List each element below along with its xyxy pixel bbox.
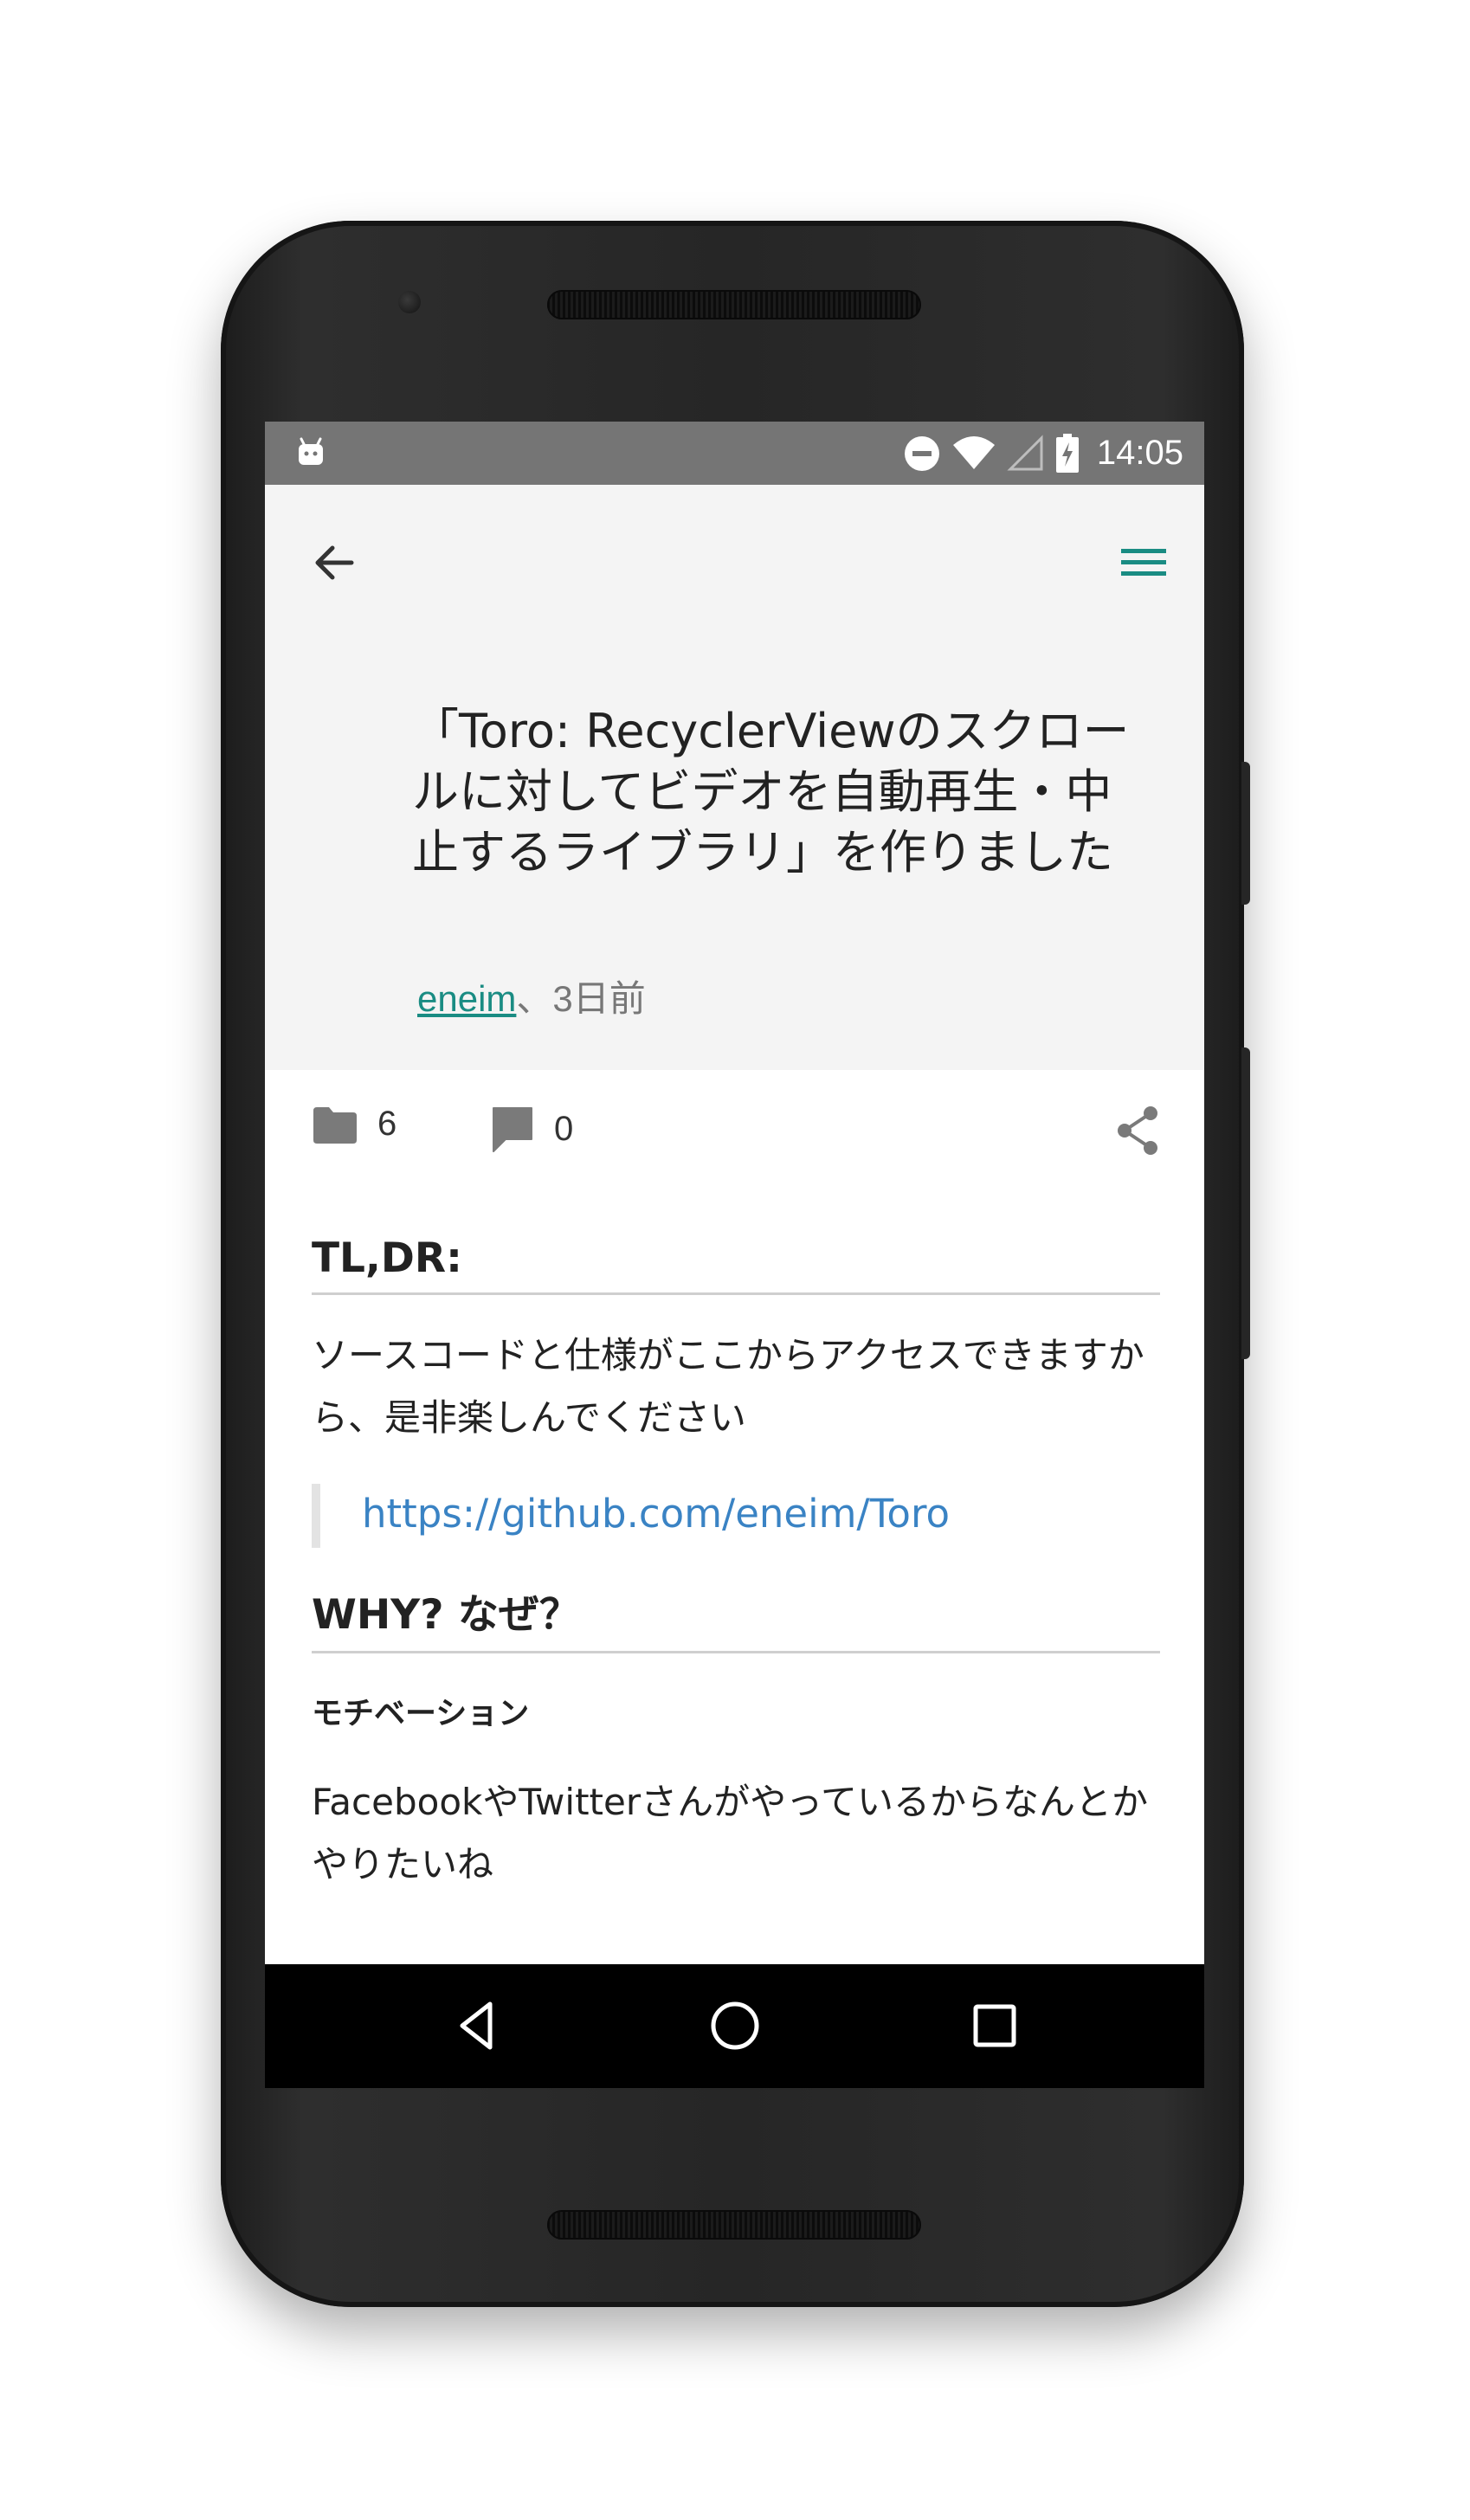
nav-home-icon[interactable] <box>705 1995 765 2056</box>
status-bar: 14:05 <box>265 422 1204 485</box>
nav-recents-icon[interactable] <box>964 1995 1025 2056</box>
top-speaker <box>547 290 921 319</box>
volume-button <box>1241 762 1250 905</box>
github-link[interactable]: https://github.com/eneim/Toro <box>362 1491 950 1537</box>
comment-count: 0 <box>554 1109 574 1148</box>
cell-signal-icon <box>1007 434 1043 470</box>
heading-why: WHY? なぜ？ <box>312 1581 1160 1653</box>
paragraph-intro: ソースコードと仕様がここからアクセスできますから、是非楽しんでください <box>312 1334 1144 1439</box>
front-camera <box>398 291 421 313</box>
hamburger-menu-icon[interactable] <box>1118 537 1170 589</box>
article-meta: eneim、3日前 <box>417 970 646 1022</box>
link-blockquote: https://github.com/eneim/Toro <box>312 1484 1160 1548</box>
battery-charging-icon <box>1055 433 1079 473</box>
comment-count-button[interactable]: 0 <box>490 1105 573 1153</box>
android-debug-icon <box>299 437 323 465</box>
heading-tldr: TL,DR: <box>312 1234 1160 1295</box>
article-title: 「Toro: RecyclerViewのスクロールに対してビデオを自動再生・中止… <box>412 704 1130 880</box>
article-time: 3日前 <box>552 978 646 1019</box>
folder-count: 6 <box>377 1105 397 1143</box>
share-icon[interactable] <box>1114 1105 1161 1157</box>
wifi-icon <box>952 435 995 469</box>
status-icons: 14:05 <box>903 422 1183 485</box>
status-time: 14:05 <box>1096 434 1183 472</box>
article-body: TL,DR: ソースコードと仕様がここからアクセスできますから、是非楽しんでくだ… <box>312 1234 1160 1896</box>
screen: 14:05 「Toro: RecyclerViewのスクロールに対してビデオを自… <box>265 422 1204 2088</box>
subheading-motivation: モチベーション <box>312 1696 530 1731</box>
nav-back-icon[interactable] <box>447 1995 507 2056</box>
do-not-disturb-icon <box>904 435 939 471</box>
article-header: 「Toro: RecyclerViewのスクロールに対してビデオを自動再生・中止… <box>265 485 1204 1070</box>
power-button <box>1241 1047 1250 1359</box>
article-actions: 6 0 <box>265 1070 1204 1200</box>
folder-icon <box>313 1106 357 1144</box>
comment-icon <box>493 1107 532 1152</box>
meta-separator: 、 <box>516 978 553 1019</box>
author-link[interactable]: eneim <box>417 978 516 1019</box>
folder-count-button[interactable]: 6 <box>312 1105 397 1144</box>
arrow-back-icon[interactable] <box>308 537 360 589</box>
paragraph-motivation: FacebookやTwitterさんがやっているからなんとかやりたいね <box>312 1781 1149 1885</box>
bottom-speaker <box>547 2210 921 2240</box>
navigation-bar <box>265 1964 1204 2088</box>
